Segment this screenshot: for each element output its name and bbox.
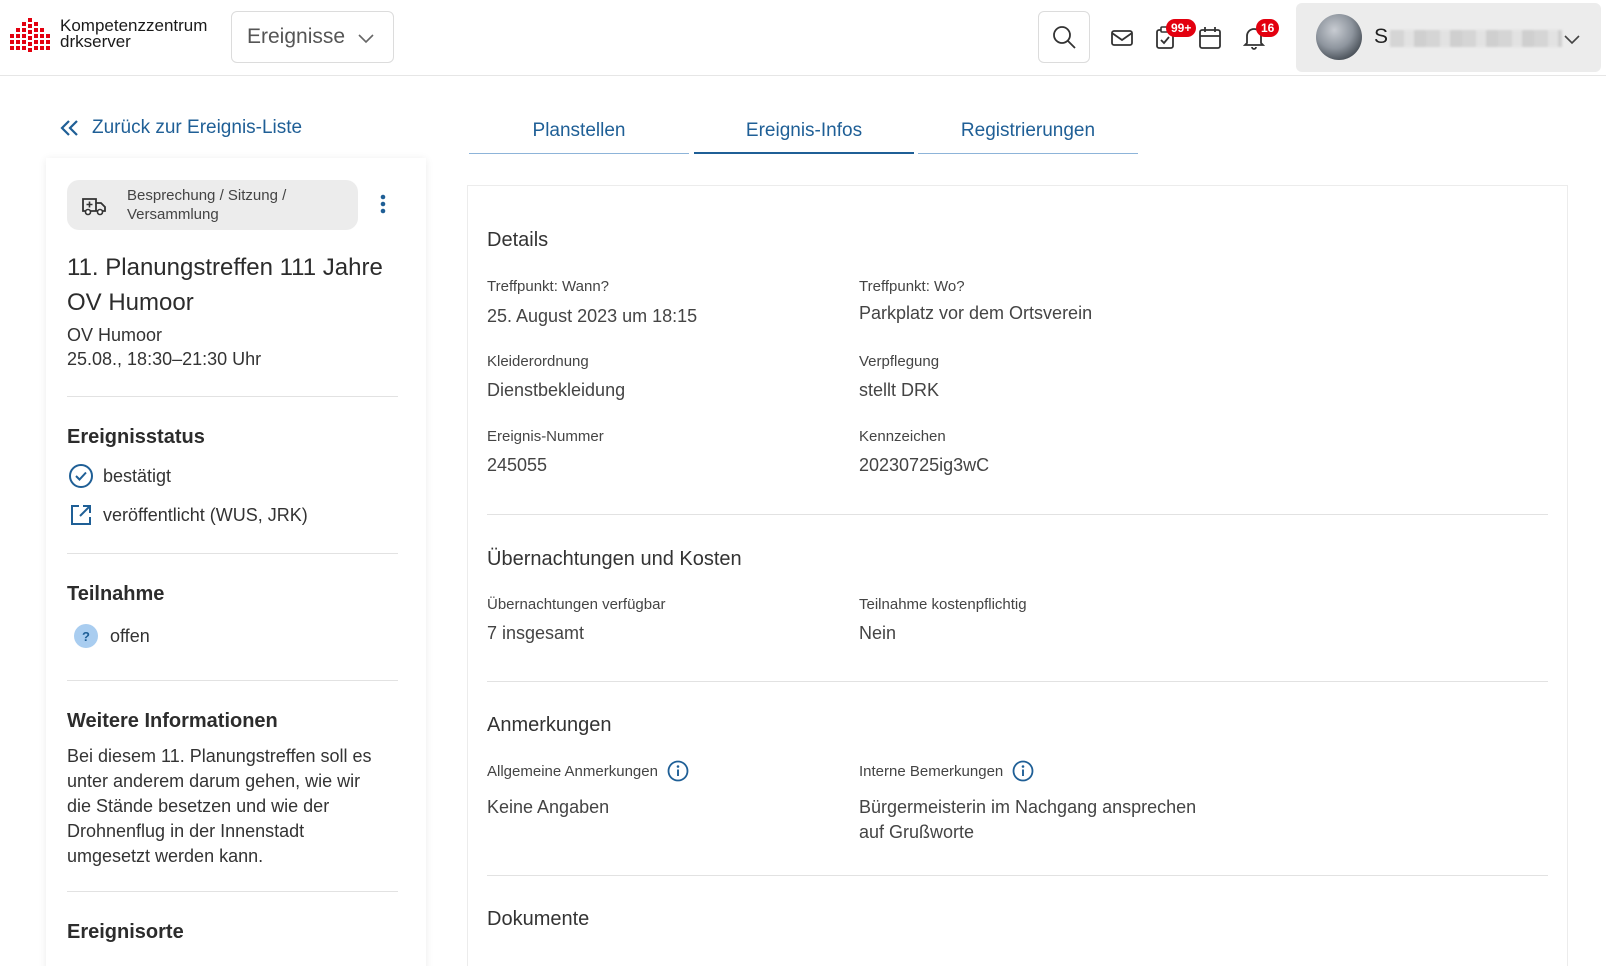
calendar-button[interactable] [1196, 24, 1224, 52]
status-heading: Ereignisstatus [67, 426, 205, 448]
vehicle-icon [82, 198, 106, 216]
more-info-heading: Weitere Informationen [67, 710, 278, 732]
general-notes-value: Keine Angaben [487, 797, 610, 817]
cost-label: Teilnahme kostenpflichtig [859, 596, 1027, 613]
dress-value: Dienstbekleidung [487, 380, 626, 400]
event-summary-card: Besprechung / Sitzung / Versammlung 11. … [46, 158, 426, 966]
internal-notes-line-2: auf Grußworte [859, 822, 975, 842]
locations-heading: Ereignisorte [67, 921, 184, 943]
user-name-initial: S [1374, 25, 1389, 48]
avatar [1316, 14, 1362, 60]
tag-value: 20230725ig3wC [859, 455, 990, 475]
general-notes-label-text: Allgemeine Anmerkungen [487, 762, 658, 780]
tasks-badge: 99+ [1166, 19, 1197, 37]
more-options-icon[interactable] [380, 194, 386, 214]
search-button[interactable] [1038, 11, 1090, 63]
question-circle-icon: ? [74, 624, 98, 648]
divider [67, 891, 398, 892]
details-heading: Details [487, 229, 549, 251]
tab-registrierungen[interactable]: Registrierungen [918, 112, 1138, 154]
back-to-list-link[interactable]: Zurück zur Ereignis-Liste [60, 117, 302, 139]
documents-heading: Dokumente [487, 908, 590, 930]
module-select[interactable]: Ereignisse [231, 11, 394, 63]
food-value: stellt DRK [859, 380, 940, 400]
search-icon [1053, 26, 1076, 49]
chevron-down-icon [1564, 35, 1580, 45]
overnight-heading: Übernachtungen und Kosten [487, 548, 742, 570]
status-published-label: veröffentlicht (WUS, JRK) [103, 504, 308, 525]
overnight-value: 7 insgesamt [487, 623, 585, 643]
event-title: 11. Planungstreffen 111 Jahre OV Humoor [67, 254, 383, 316]
divider [487, 681, 1548, 682]
event-number-value: 245055 [487, 455, 548, 475]
divider [487, 875, 1548, 876]
participation-heading: Teilnahme [67, 583, 165, 605]
event-date: 25.08., 18:30–21:30 Uhr [67, 349, 262, 369]
user-menu[interactable]: S [1296, 3, 1601, 72]
divider [67, 680, 398, 681]
logo[interactable]: Kompetenzzentrum drkserver [10, 17, 207, 54]
general-notes-label: Allgemeine Anmerkungen [487, 760, 689, 782]
calendar-icon [1199, 27, 1221, 49]
status-published[interactable]: veröffentlicht (WUS, JRK) [67, 501, 308, 529]
external-link-icon [71, 505, 91, 525]
food-label: Verpflegung [859, 353, 940, 370]
divider [487, 514, 1548, 515]
event-info-card: Details Treffpunkt: Wann? 25. August 202… [467, 185, 1568, 966]
notes-heading: Anmerkungen [487, 714, 612, 736]
divider [67, 396, 398, 397]
top-header: Kompetenzzentrum drkserver Ereignisse 99… [0, 0, 1606, 76]
event-organization: OV Humoor [67, 325, 163, 345]
participation-status: ? offen [67, 622, 150, 650]
logo-text: Kompetenzzentrum drkserver [60, 17, 207, 51]
status-confirmed: bestätigt [67, 462, 171, 490]
when-value: 25. August 2023 um 18:15 [487, 306, 698, 326]
status-confirmed-label: bestätigt [103, 465, 172, 486]
tab-ereignis-infos[interactable]: Ereignis-Infos [694, 112, 914, 154]
cost-value: Nein [859, 623, 897, 643]
category-label: Besprechung / Sitzung / Versammlung [127, 187, 287, 223]
user-name-redacted [1390, 30, 1562, 47]
when-label: Treffpunkt: Wann? [487, 278, 610, 295]
divider [67, 553, 398, 554]
chevron-down-icon [358, 34, 374, 44]
where-value: Parkplatz vor dem Ortsverein [859, 303, 1093, 323]
tab-planstellen[interactable]: Planstellen [469, 112, 689, 154]
overnight-label: Übernachtungen verfügbar [487, 596, 666, 613]
notifications-badge: 16 [1256, 19, 1280, 37]
check-circle-icon [69, 464, 93, 488]
back-link-label: Zurück zur Ereignis-Liste [92, 117, 303, 138]
participation-value: offen [110, 625, 150, 646]
info-icon[interactable] [667, 760, 689, 782]
double-chevron-left-icon [60, 120, 78, 136]
module-select-value: Ereignisse [247, 25, 346, 48]
category-chip: Besprechung / Sitzung / Versammlung [67, 180, 358, 230]
info-icon[interactable] [1012, 760, 1034, 782]
more-info-text: Bei diesem 11. Planungstreffen soll es u… [67, 746, 372, 866]
internal-notes-label: Interne Bemerkungen [859, 760, 1034, 782]
internal-notes-line-1: Bürgermeisterin im Nachgang ansprechen [859, 797, 1197, 817]
event-number-label: Ereignis-Nummer [487, 428, 604, 445]
where-label: Treffpunkt: Wo? [859, 278, 965, 295]
dress-label: Kleiderordnung [487, 353, 589, 370]
mail-icon [1111, 30, 1133, 46]
logo-mark-icon [10, 18, 50, 52]
internal-notes-label-text: Interne Bemerkungen [859, 762, 1004, 780]
logo-line-2: drkserver [60, 32, 131, 51]
tag-label: Kennzeichen [859, 428, 946, 445]
mail-button[interactable] [1108, 24, 1136, 52]
